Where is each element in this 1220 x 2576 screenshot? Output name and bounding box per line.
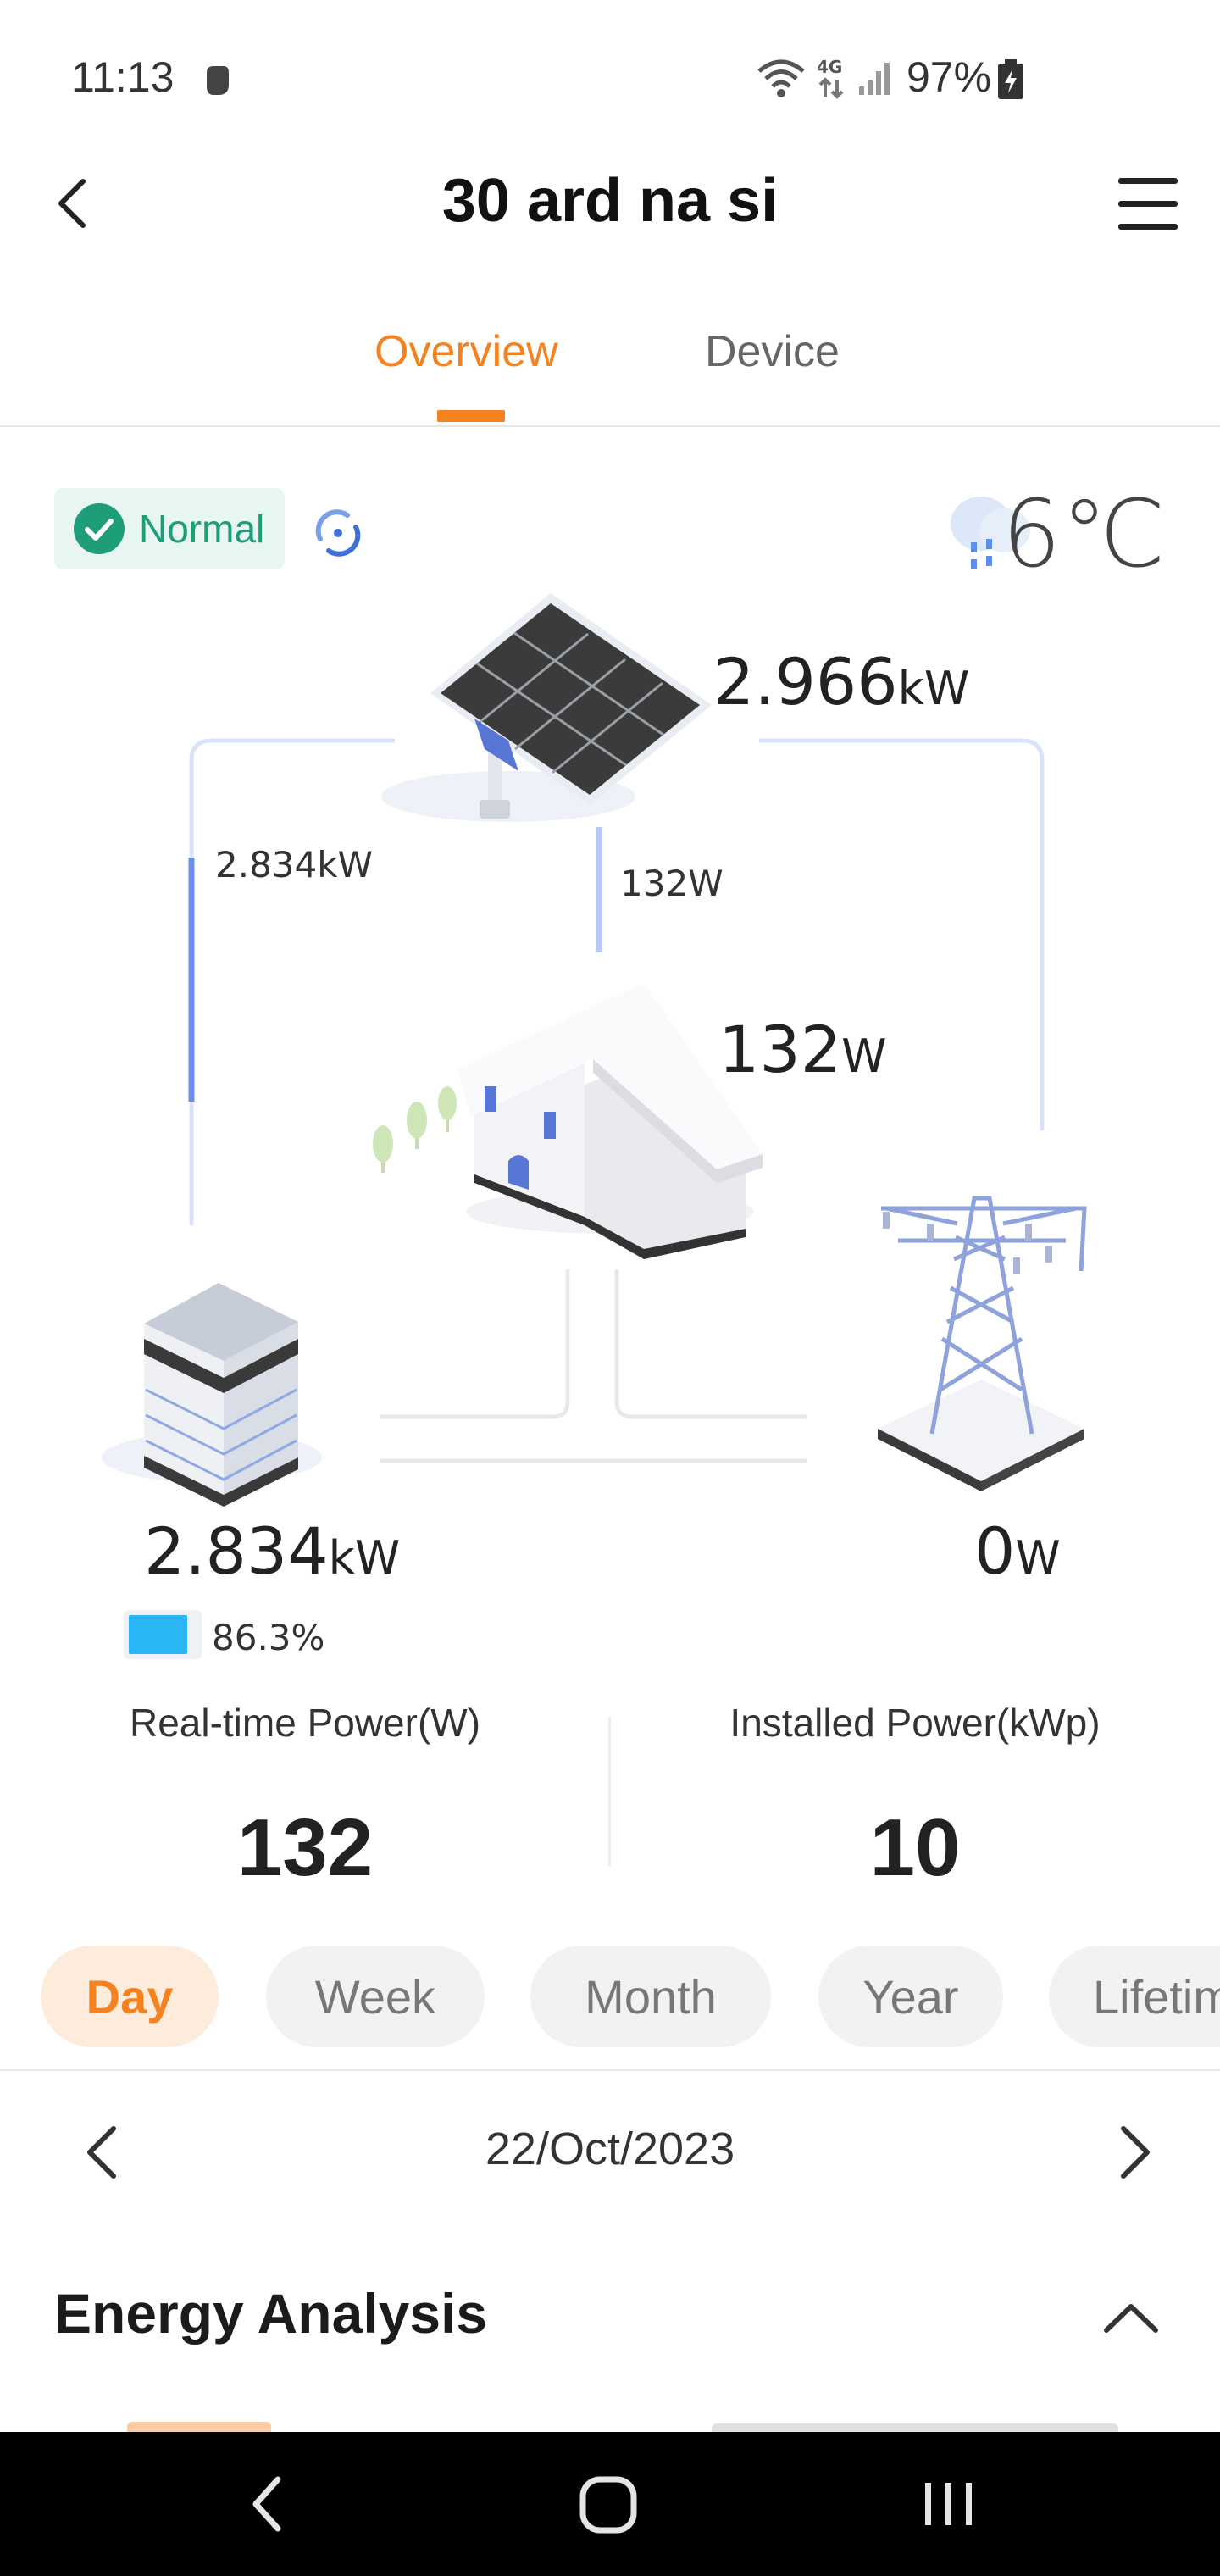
grid-tower-icon	[878, 1196, 1087, 1491]
battery-power-value: 2.834kW	[144, 1513, 400, 1589]
check-circle-icon	[74, 503, 125, 554]
hamburger-menu-icon[interactable]	[1110, 169, 1186, 237]
house-icon	[458, 983, 762, 1259]
battery-power-number: 2.834	[144, 1513, 329, 1589]
solar-to-home-flow	[596, 827, 602, 952]
status-badge: Normal	[54, 488, 285, 569]
period-lifetime[interactable]: Lifetim	[1049, 1946, 1220, 2047]
realtime-power-label: Real-time Power(W)	[129, 1701, 481, 1745]
svg-text:4G: 4G	[817, 57, 842, 77]
solar-power-unit: kW	[897, 662, 970, 715]
stats-divider	[608, 1717, 611, 1866]
collapse-chevron-icon[interactable]	[1093, 2288, 1169, 2347]
grid-lines	[380, 1269, 807, 1463]
temperature: 6℃	[1001, 480, 1166, 588]
current-date[interactable]: 22/Oct/2023	[0, 2123, 1220, 2175]
battery-percentage: 97%	[907, 53, 992, 101]
battery-storage-icon	[102, 1283, 322, 1507]
energy-analysis-title: Energy Analysis	[54, 2282, 488, 2345]
battery-soc-fill	[129, 1615, 188, 1654]
nav-home-icon[interactable]	[571, 2466, 647, 2542]
grid-power-number: 0	[974, 1513, 1016, 1589]
tab-divider	[0, 425, 1220, 427]
grid-power-value: 0W	[974, 1513, 1061, 1589]
solar-power-value: 2.966kW	[713, 644, 969, 719]
home-power-number: 132	[718, 1012, 842, 1087]
period-year[interactable]: Year	[818, 1946, 1003, 2047]
status-badge-label: Normal	[139, 507, 265, 551]
home-power-unit: W	[841, 1030, 887, 1083]
tab-device[interactable]: Device	[705, 326, 840, 377]
status-time: 11:13	[71, 53, 175, 101]
energy-flow-diagram	[102, 593, 1087, 1507]
energy-analysis-legend-cutoff	[127, 2422, 271, 2432]
tab-active-indicator	[437, 410, 505, 422]
4g-icon: 4G	[817, 57, 844, 99]
battery-soc-value: 86.3%	[212, 1617, 325, 1658]
realtime-power-value: 132	[236, 1802, 374, 1893]
wifi-6-icon	[757, 59, 805, 97]
energy-analysis-legend-cutoff-2	[712, 2423, 1118, 2432]
solar-power-number: 2.966	[713, 644, 898, 719]
nav-recents-icon[interactable]	[915, 2466, 983, 2542]
signal-icon	[859, 63, 890, 95]
installed-power-label: Installed Power(kWp)	[729, 1701, 1101, 1745]
fist-icon	[207, 66, 229, 95]
solar-to-battery-value: 2.834kW	[215, 844, 374, 886]
solar-to-home-value: 132W	[620, 863, 724, 904]
battery-soc-gauge	[124, 1610, 202, 1659]
battery-power-unit: kW	[328, 1531, 401, 1585]
solar-panel-icon	[381, 593, 712, 822]
trees-icon	[373, 1086, 457, 1173]
battery-charging-icon	[998, 59, 1023, 99]
next-date-button[interactable]	[1098, 2118, 1166, 2186]
refresh-icon[interactable]	[310, 505, 366, 561]
period-day[interactable]: Day	[41, 1946, 219, 2047]
installed-power-value: 10	[869, 1802, 961, 1893]
period-lifetime-label: Lifetim	[1093, 1969, 1220, 2024]
home-power-value: 132W	[718, 1012, 886, 1087]
period-divider	[0, 2069, 1220, 2071]
system-nav-bar	[0, 2432, 1220, 2576]
page-title: 30 ard na si	[441, 167, 779, 235]
tab-overview[interactable]: Overview	[374, 326, 558, 377]
grid-power-unit: W	[1015, 1531, 1061, 1585]
period-week[interactable]: Week	[266, 1946, 485, 2047]
period-month[interactable]: Month	[530, 1946, 771, 2047]
nav-back-icon[interactable]	[239, 2466, 298, 2542]
